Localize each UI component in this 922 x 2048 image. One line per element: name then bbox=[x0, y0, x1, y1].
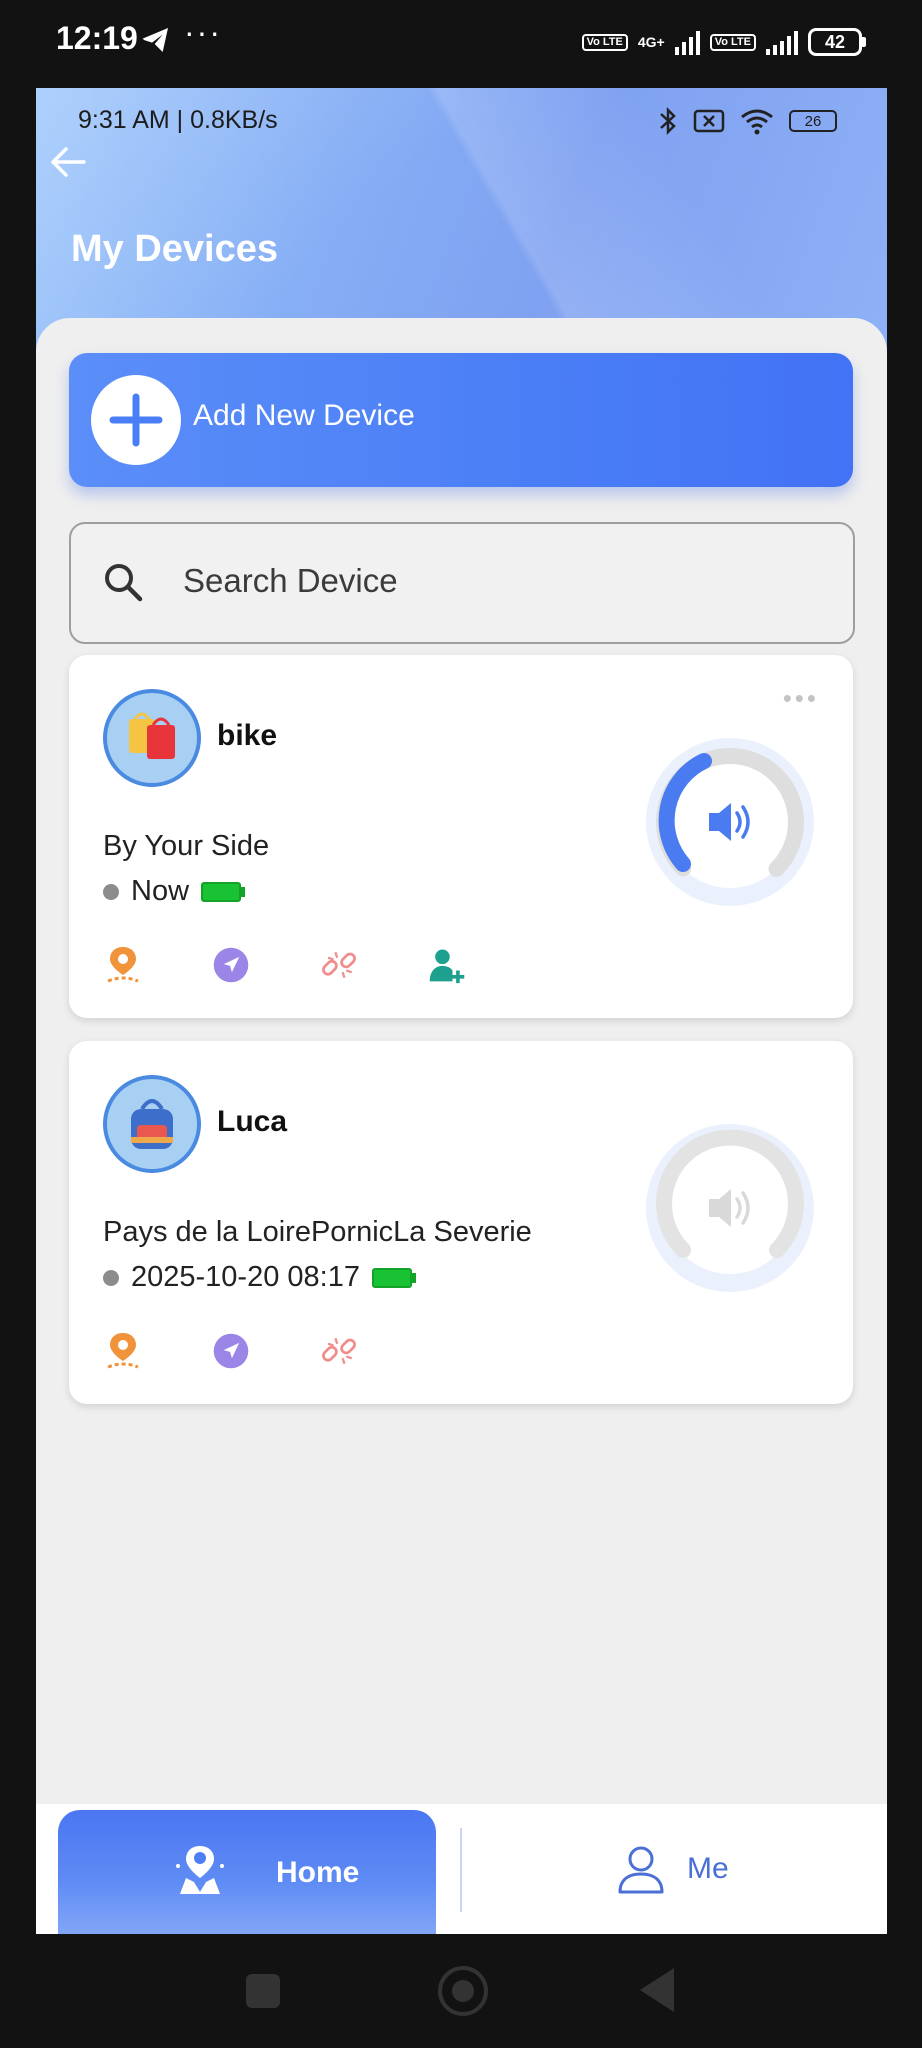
device-status-row: Now bbox=[103, 875, 246, 908]
sim-x-icon bbox=[693, 109, 725, 133]
search-placeholder: Search Device bbox=[183, 562, 398, 599]
unlink-icon[interactable] bbox=[319, 1329, 359, 1373]
device-address: Pays de la LoirePornicLa Severie bbox=[103, 1216, 532, 1248]
add-new-device-label: Add New Device bbox=[193, 399, 415, 432]
location-pin-icon[interactable] bbox=[103, 943, 143, 987]
navigation-icon[interactable] bbox=[211, 1329, 251, 1373]
user-icon bbox=[618, 1846, 664, 1894]
map-pin-person-icon bbox=[176, 1846, 224, 1894]
shopping-bags-icon bbox=[129, 712, 175, 759]
battery-icon bbox=[371, 1267, 416, 1288]
telegram-icon bbox=[142, 28, 168, 52]
status-dot bbox=[103, 883, 119, 900]
battery-tip bbox=[862, 37, 866, 47]
inner-status-text: 9:31 AM | 0.8KB/s bbox=[78, 106, 278, 134]
page-title: My Devices bbox=[71, 228, 279, 270]
system-navigation-bar bbox=[0, 1934, 922, 2048]
system-battery: 42 bbox=[808, 28, 862, 56]
device-status-row: 2025-10-20 08:17 bbox=[103, 1261, 416, 1294]
device-last-seen: Now bbox=[131, 875, 190, 907]
recent-apps-button[interactable] bbox=[246, 1974, 280, 2008]
tab-home-label: Home bbox=[276, 1856, 360, 1889]
battery-icon bbox=[201, 881, 246, 902]
plus-icon bbox=[91, 375, 181, 465]
device-avatar bbox=[103, 689, 201, 787]
signal-icon bbox=[674, 29, 700, 55]
device-address: By Your Side bbox=[103, 830, 270, 862]
add-user-icon[interactable] bbox=[427, 943, 467, 987]
system-status-icons: Vo LTE 4G+ Vo LTE 42 bbox=[581, 22, 866, 62]
tab-me[interactable]: Me bbox=[486, 1804, 886, 1934]
more-notifications-icon: ··· bbox=[184, 14, 222, 50]
bluetooth-icon bbox=[660, 106, 676, 136]
unlink-icon[interactable] bbox=[319, 943, 359, 987]
search-device-input[interactable]: Search Device bbox=[69, 522, 855, 644]
location-pin-icon[interactable] bbox=[103, 1329, 143, 1373]
nav-divider bbox=[460, 1828, 462, 1912]
backpack-icon bbox=[131, 1099, 173, 1149]
back-arrow-icon[interactable] bbox=[46, 140, 90, 184]
status-dot bbox=[103, 1269, 119, 1286]
sound-alarm-button-disabled[interactable] bbox=[641, 1119, 819, 1297]
device-card[interactable]: Luca Pays de la LoirePornicLa Severie 20… bbox=[69, 1041, 853, 1404]
volte-badge-2: Vo LTE bbox=[709, 33, 756, 51]
home-button[interactable] bbox=[438, 1966, 488, 2016]
system-time: 12:19 bbox=[56, 20, 138, 56]
tab-home[interactable]: Home bbox=[58, 1810, 436, 1934]
sound-alarm-button[interactable] bbox=[641, 733, 819, 911]
network-type: 4G+ bbox=[637, 34, 665, 50]
system-status-bar: 12:19 ··· Vo LTE 4G+ Vo LTE 42 bbox=[0, 0, 922, 88]
search-icon bbox=[105, 564, 143, 602]
device-avatar bbox=[103, 1075, 201, 1173]
device-last-seen: 2025-10-20 08:17 bbox=[131, 1261, 360, 1293]
device-name: Luca bbox=[217, 1105, 288, 1138]
inner-battery: 26 bbox=[789, 110, 837, 132]
device-card[interactable]: bike ••• By Your Side Now bbox=[69, 655, 853, 1018]
bottom-navigation: Home Me bbox=[36, 1804, 887, 1934]
volte-badge: Vo LTE bbox=[581, 33, 628, 51]
add-new-device-button[interactable]: Add New Device bbox=[69, 353, 853, 487]
signal-icon-2 bbox=[766, 29, 798, 55]
inner-status-icons: 26 bbox=[657, 106, 837, 136]
back-button[interactable] bbox=[640, 1968, 674, 2012]
navigation-icon[interactable] bbox=[211, 943, 251, 987]
device-name: bike bbox=[217, 719, 278, 752]
app-screen: 9:31 AM | 0.8KB/s 26 My Devices Add New … bbox=[36, 88, 887, 1934]
device-actions bbox=[103, 943, 467, 987]
more-options-icon[interactable]: ••• bbox=[783, 683, 819, 714]
tab-me-label: Me bbox=[687, 1852, 729, 1885]
device-actions bbox=[103, 1329, 359, 1373]
wifi-icon bbox=[741, 109, 773, 135]
